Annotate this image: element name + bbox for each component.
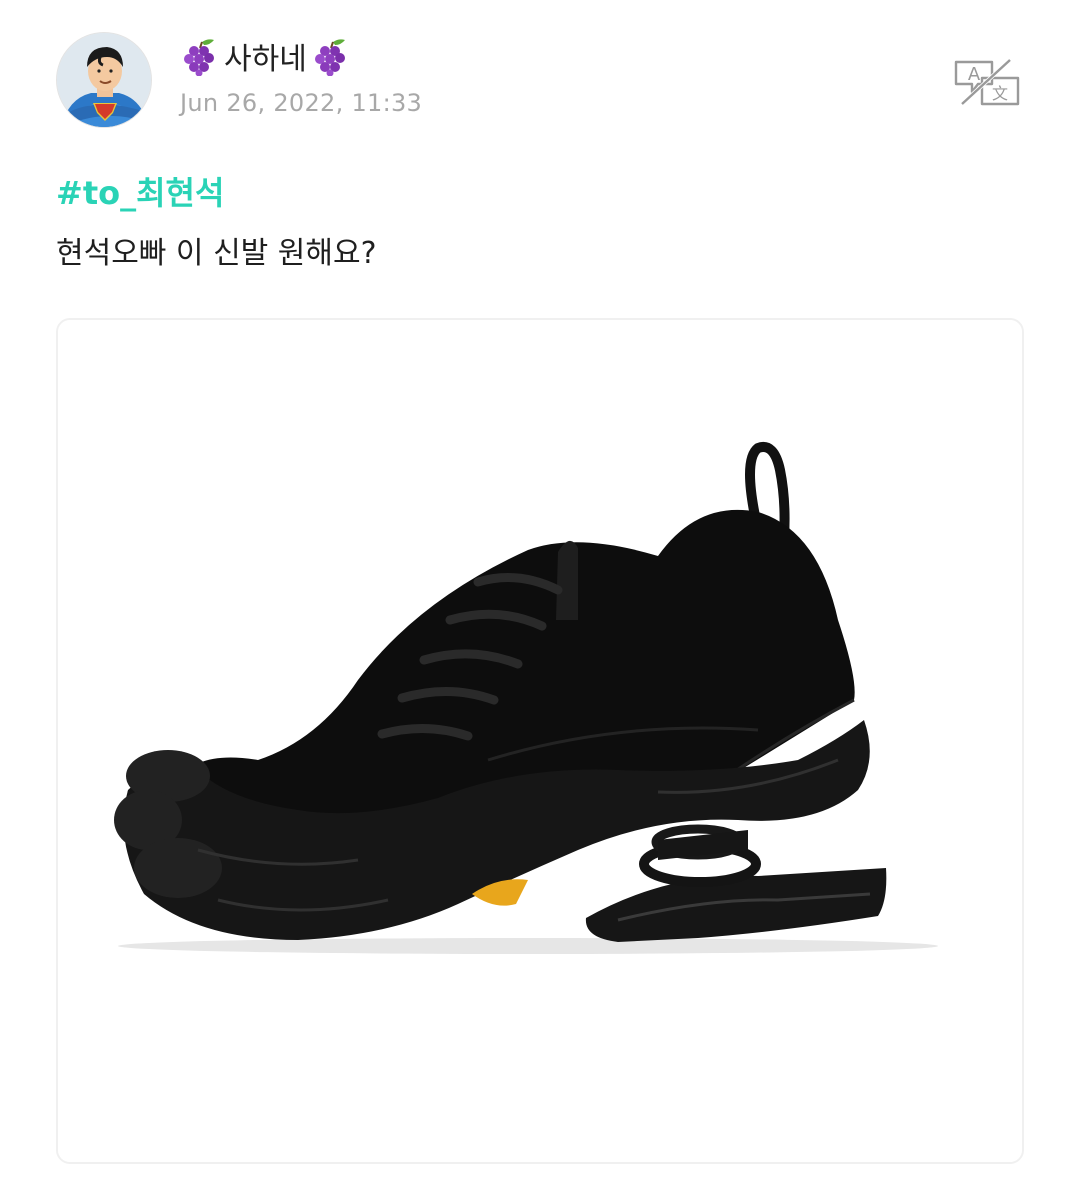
svg-text:文: 文 (992, 84, 1008, 103)
svg-text:A: A (968, 64, 981, 85)
post-body-text: 현석오빠 이 신발 원해요? (56, 236, 377, 271)
grape-icon (184, 39, 214, 76)
hashtag-link[interactable]: #to_최현석 (56, 168, 224, 214)
post-card: 사하네 Jun 26, 2022, 11:33 A 文 #to_최현석 현석오빠… (0, 0, 1080, 1179)
grape-icon (314, 39, 345, 76)
translate-button[interactable]: A 文 (952, 56, 1022, 108)
author-name-row[interactable]: 사하네 (180, 34, 351, 78)
post-timestamp: Jun 26, 2022, 11:33 (180, 89, 423, 117)
translate-icon: A 文 (954, 58, 1020, 106)
post-image[interactable] (56, 318, 1024, 1164)
avatar[interactable] (56, 32, 152, 128)
superhero-avatar-icon (57, 33, 151, 127)
shoe-photo (58, 320, 1022, 1162)
author-name[interactable]: 사하네 (224, 34, 307, 78)
